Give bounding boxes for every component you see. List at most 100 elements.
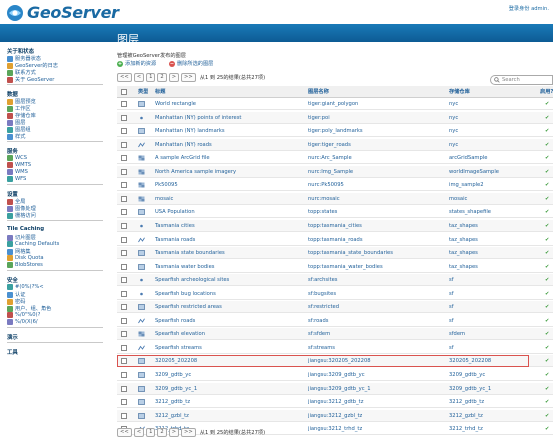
sidebar-item[interactable]: %/0(X(6/: [7, 319, 38, 325]
row-checkbox[interactable]: [121, 412, 127, 419]
store-link[interactable]: sf: [449, 342, 539, 354]
row-checkbox[interactable]: [121, 155, 127, 162]
select-all-checkbox[interactable]: [121, 89, 127, 95]
row-checkbox[interactable]: [121, 182, 127, 189]
pager-bottom-page-2-button[interactable]: 2: [157, 428, 167, 437]
search-input[interactable]: [502, 77, 552, 83]
store-link[interactable]: sf: [449, 301, 539, 313]
pager-page-2-button[interactable]: 2: [157, 73, 167, 82]
remove-selected-link[interactable]: − 删除所选的图层: [169, 60, 213, 67]
layer-title-link[interactable]: Tasmania water bodies: [155, 261, 297, 273]
store-link[interactable]: sfdem: [449, 328, 539, 340]
store-link[interactable]: nyc: [449, 139, 539, 151]
store-link[interactable]: taz_shapes: [449, 234, 539, 246]
pager-prev-button[interactable]: <: [133, 73, 145, 82]
sidebar-item[interactable]: 图像处理: [7, 205, 36, 212]
row-checkbox[interactable]: [121, 290, 127, 297]
layer-name-link[interactable]: topp:states: [308, 206, 444, 218]
store-link[interactable]: taz_shapes: [449, 261, 539, 273]
layer-title-link[interactable]: Manhattan (NY) points of interest: [155, 112, 297, 124]
row-checkbox[interactable]: [121, 195, 127, 202]
column-title[interactable]: 标题: [155, 86, 297, 98]
layer-name-link[interactable]: nurc:mosaic: [308, 193, 444, 205]
pager-page-1-button[interactable]: 1: [146, 73, 156, 82]
sidebar-item[interactable]: 工作区: [7, 105, 31, 112]
sidebar-item[interactable]: WMS: [7, 169, 28, 175]
search-box[interactable]: [490, 75, 553, 85]
store-link[interactable]: taz_shapes: [449, 220, 539, 232]
pager-last-button[interactable]: >>: [181, 73, 196, 82]
layer-name-link[interactable]: topp:tasmania_roads: [308, 234, 444, 246]
layer-name-link[interactable]: jiangsu:3212_gdtb_tz: [308, 396, 444, 408]
pager-bottom-page-1-button[interactable]: 1: [146, 428, 156, 437]
sidebar-item[interactable]: 网格集: [7, 248, 31, 255]
sidebar-item[interactable]: 切片图层: [7, 234, 36, 241]
pager-bottom-next-button[interactable]: >: [168, 428, 180, 437]
store-link[interactable]: img_sample2: [449, 179, 539, 191]
store-link[interactable]: taz_shapes: [449, 247, 539, 259]
layer-title-link[interactable]: Tasmania roads: [155, 234, 297, 246]
layer-name-link[interactable]: tiger:tiger_roads: [308, 139, 444, 151]
login-status[interactable]: 登录身份 admin.: [509, 5, 549, 12]
layer-title-link[interactable]: Pk50095: [155, 179, 297, 191]
layer-title-link[interactable]: A sample ArcGrid file: [155, 152, 297, 164]
layer-title-link[interactable]: mosaic: [155, 193, 297, 205]
sidebar-item[interactable]: Caching Defaults: [7, 241, 59, 247]
column-store[interactable]: 存储仓库: [449, 86, 539, 98]
row-checkbox[interactable]: [121, 209, 127, 216]
layer-title-link[interactable]: 3209_gdtb_yc_1: [155, 383, 297, 395]
sidebar-item[interactable]: %/0"%0(?: [7, 312, 40, 318]
layer-name-link[interactable]: sf:streams: [308, 342, 444, 354]
row-checkbox[interactable]: [121, 277, 127, 284]
layer-title-link[interactable]: 3212_gdtb_tz: [155, 396, 297, 408]
store-link[interactable]: sf: [449, 274, 539, 286]
layer-name-link[interactable]: sf:roads: [308, 315, 444, 327]
sidebar-item[interactable]: 联系方式: [7, 69, 36, 76]
pager-bottom-prev-button[interactable]: <: [133, 428, 145, 437]
column-type[interactable]: 类型: [138, 86, 148, 98]
pager-bottom-last-button[interactable]: >>: [181, 428, 196, 437]
sidebar-item[interactable]: 认证: [7, 291, 25, 298]
layer-name-link[interactable]: topp:tasmania_water_bodies: [308, 261, 444, 273]
pager-first-button[interactable]: <<: [117, 73, 132, 82]
layer-name-link[interactable]: sf:sfdem: [308, 328, 444, 340]
sidebar-item[interactable]: 服务器状态: [7, 55, 41, 62]
sidebar-item[interactable]: BlobStores: [7, 262, 43, 268]
sidebar-item[interactable]: WFS: [7, 176, 26, 182]
column-enabled[interactable]: 启用?: [540, 86, 553, 98]
store-link[interactable]: nyc: [449, 125, 539, 137]
sidebar-item[interactable]: 样式: [7, 133, 25, 140]
layer-name-link[interactable]: tiger:poly_landmarks: [308, 125, 444, 137]
row-checkbox[interactable]: [121, 372, 127, 378]
layer-name-link[interactable]: nurc:Arc_Sample: [308, 152, 444, 164]
layer-name-link[interactable]: jiangsu:3212_gzbl_tz: [308, 410, 444, 422]
row-checkbox[interactable]: [121, 317, 127, 324]
store-link[interactable]: worldImageSample: [449, 166, 539, 178]
sidebar-item[interactable]: 栅格访问: [7, 212, 36, 219]
add-resource-link[interactable]: + 添加新的资源: [117, 60, 156, 67]
layer-name-link[interactable]: jiangsu:3209_gdtb_yc: [308, 369, 444, 381]
sidebar-item[interactable]: 图层组: [7, 126, 31, 133]
store-link[interactable]: 3209_gdtb_yc: [449, 369, 539, 381]
row-checkbox[interactable]: [121, 263, 127, 270]
row-checkbox[interactable]: [121, 399, 127, 406]
layer-name-link[interactable]: nurc:Pk50095: [308, 179, 444, 191]
layer-title-link[interactable]: Spearfish streams: [155, 342, 297, 354]
sidebar-item[interactable]: 密码: [7, 298, 25, 305]
column-name[interactable]: 图层名称: [308, 86, 444, 98]
layer-name-link[interactable]: jiangsu:3212_trhd_tz: [308, 423, 444, 435]
sidebar-item[interactable]: #(0%(?%<: [7, 284, 44, 290]
store-link[interactable]: sf: [449, 315, 539, 327]
row-checkbox[interactable]: [121, 222, 127, 229]
row-checkbox[interactable]: [121, 128, 127, 135]
layer-title-link[interactable]: Spearfish archeological sites: [155, 274, 297, 286]
layer-name-link[interactable]: sf:bugsites: [308, 288, 444, 300]
layer-title-link[interactable]: Manhattan (NY) landmarks: [155, 125, 297, 137]
store-link[interactable]: states_shapefile: [449, 206, 539, 218]
sidebar-item[interactable]: 存储仓库: [7, 112, 36, 119]
store-link[interactable]: 3209_gdtb_yc_1: [449, 383, 539, 395]
layer-title-link[interactable]: Manhattan (NY) roads: [155, 139, 297, 151]
layer-title-link[interactable]: 3209_gdtb_yc: [155, 369, 297, 381]
row-checkbox[interactable]: [121, 331, 127, 338]
pager-bottom-first-button[interactable]: <<: [117, 428, 132, 437]
